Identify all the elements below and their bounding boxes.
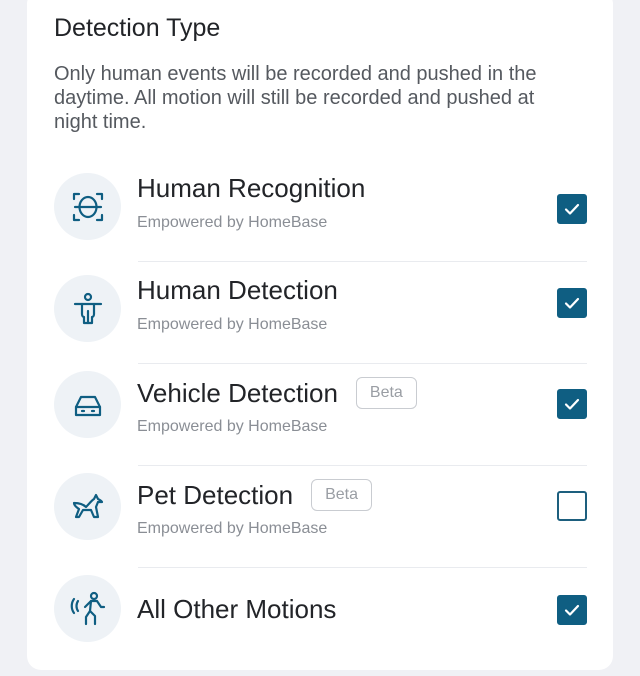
detection-row-human-detection[interactable]: Human Detection Empowered by HomeBase [54,262,587,364]
item-title-human-recognition: Human Recognition [137,173,366,203]
detection-row-all-other-motions[interactable]: All Other Motions [54,568,587,670]
checkmark-icon [564,203,580,215]
beta-badge: Beta [355,377,417,409]
detection-row-vehicle-detection[interactable]: Vehicle Detection Beta Empowered by Home… [54,364,587,466]
beta-badge: Beta [311,479,373,511]
face-scan-icon [54,173,121,240]
checkmark-icon [564,604,580,616]
all-other-motions-checkbox[interactable] [557,595,587,625]
car-icon [54,371,121,438]
vehicle-detection-checkbox[interactable] [557,389,587,419]
item-title-human-detection: Human Detection [137,275,338,305]
detection-type-card: Detection Type Only human events will be… [27,0,613,670]
item-subtitle-human-recognition: Empowered by HomeBase [137,214,328,231]
item-title-pet-detection: Pet Detection Beta [137,479,373,511]
human-detection-checkbox[interactable] [557,288,587,318]
pet-detection-checkbox[interactable] [557,491,587,521]
item-subtitle-human-detection: Empowered by HomeBase [137,316,328,333]
section-description: Only human events will be recorded and p… [54,63,537,133]
motion-icon [54,575,121,642]
person-icon [54,275,121,342]
item-title-vehicle-detection: Vehicle Detection Beta [137,377,417,409]
item-subtitle-vehicle-detection: Empowered by HomeBase [137,418,328,435]
checkmark-icon [564,297,580,309]
detection-row-pet-detection[interactable]: Pet Detection Beta Empowered by HomeBase [54,466,587,568]
checkmark-icon [564,398,580,410]
section-title: Detection Type [54,14,221,42]
item-subtitle-pet-detection: Empowered by HomeBase [137,520,328,537]
detection-row-human-recognition[interactable]: Human Recognition Empowered by HomeBase [54,160,587,262]
item-title-all-other-motions: All Other Motions [137,594,337,624]
human-recognition-checkbox[interactable] [557,194,587,224]
pet-icon [54,473,121,540]
